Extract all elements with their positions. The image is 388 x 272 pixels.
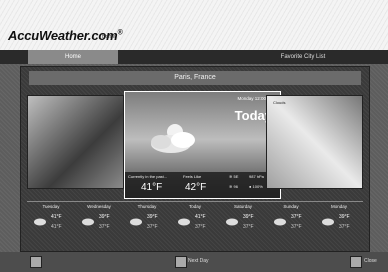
- forecast-day[interactable]: Tuesday 41°F 41°F: [27, 202, 75, 242]
- forecast-day[interactable]: Monday 39°F 37°F: [315, 202, 363, 242]
- forecast-high: 39°F: [99, 214, 110, 220]
- cloud-icon: [274, 218, 286, 226]
- forecast-high: 39°F: [243, 214, 254, 220]
- forecast-day[interactable]: Thursday 39°F 37°F: [123, 202, 171, 242]
- forecast-high: 39°F: [339, 214, 350, 220]
- forecast-low: 37°F: [99, 224, 110, 230]
- right-image-label: Clouds: [273, 100, 286, 105]
- cloud-sun-icon: [151, 124, 195, 153]
- forecast-low: 41°F: [51, 224, 62, 230]
- feels-like-label: Feels Like: [183, 174, 202, 179]
- forecast-day-name: Today: [188, 204, 201, 209]
- forecast-low: 37°F: [147, 224, 158, 230]
- next-day-image[interactable]: Clouds: [266, 95, 363, 189]
- current-conditions-card[interactable]: Monday 12:00 PM Today Currently in the p…: [124, 91, 281, 199]
- tab-home[interactable]: Home: [28, 50, 118, 64]
- cloud-icon: [82, 218, 94, 226]
- logo-home-label: Home: [102, 34, 116, 40]
- logo-registered-mark: ®: [117, 29, 123, 37]
- cloud-icon: [34, 218, 46, 226]
- header: AccuWeather.com® Home: [0, 0, 388, 50]
- current-info-strip: Currently in the past... 41°F Feels Like…: [125, 172, 280, 198]
- weather-panel: Paris, France Monday 12:00 PM Today Curr…: [20, 66, 370, 252]
- pressure-value: 987 hPa: [249, 174, 264, 179]
- tab-favorite-city-list[interactable]: Favorite City List: [258, 50, 348, 64]
- cloud-icon: [178, 218, 190, 226]
- next-day-button-icon[interactable]: [175, 256, 187, 268]
- forecast-day-name: Tuesday: [42, 204, 60, 209]
- precipitation-value: ● 100%: [249, 184, 263, 189]
- cloud-icon: [322, 218, 334, 226]
- forecast-day[interactable]: Today 41°F 37°F: [171, 202, 219, 242]
- forecast-low: 37°F: [339, 224, 350, 230]
- next-day-label: Next Day: [188, 258, 209, 264]
- forecast-day[interactable]: Wednesday 39°F 37°F: [75, 202, 123, 242]
- forecast-high: 41°F: [195, 214, 206, 220]
- forecast-day-name: Saturday: [233, 204, 252, 209]
- previous-day-image[interactable]: [27, 95, 124, 189]
- forecast-day[interactable]: Sunday 37°F 37°F: [267, 202, 315, 242]
- tab-bar: Home Favorite City List: [0, 50, 388, 64]
- forecast-high: 41°F: [51, 214, 62, 220]
- humidity-value: ≋ 96: [229, 184, 238, 189]
- forecast-day-name: Monday: [330, 204, 347, 209]
- forecast-day-name: Thursday: [137, 204, 157, 209]
- weather-app-screen: AccuWeather.com® Home Home Favorite City…: [0, 0, 388, 272]
- forecast-low: 37°F: [291, 224, 302, 230]
- forecast-low: 37°F: [243, 224, 254, 230]
- forecast-strip: Tuesday 41°F 41°F Wednesday 39°F 37°F Th…: [27, 201, 363, 242]
- currently-label: Currently in the past...: [128, 174, 168, 179]
- forecast-day[interactable]: Saturday 39°F 37°F: [219, 202, 267, 242]
- city-title: Paris, France: [29, 71, 361, 85]
- forecast-day-name: Sunday: [283, 204, 299, 209]
- wind-value: ≋ 5E: [229, 174, 239, 179]
- remote-button-icon[interactable]: [30, 256, 42, 268]
- forecast-high: 37°F: [291, 214, 302, 220]
- close-label: Close: [364, 258, 377, 264]
- cloud-icon: [130, 218, 142, 226]
- cloud-icon: [226, 218, 238, 226]
- close-button-icon[interactable]: [350, 256, 362, 268]
- current-temperature: 41°F: [141, 182, 163, 193]
- forecast-day-name: Wednesday: [87, 204, 111, 209]
- forecast-low: 37°F: [195, 224, 206, 230]
- forecast-high: 39°F: [147, 214, 158, 220]
- bottom-bar: Next Day Close: [0, 252, 388, 272]
- feels-like-temperature: 42°F: [185, 182, 207, 193]
